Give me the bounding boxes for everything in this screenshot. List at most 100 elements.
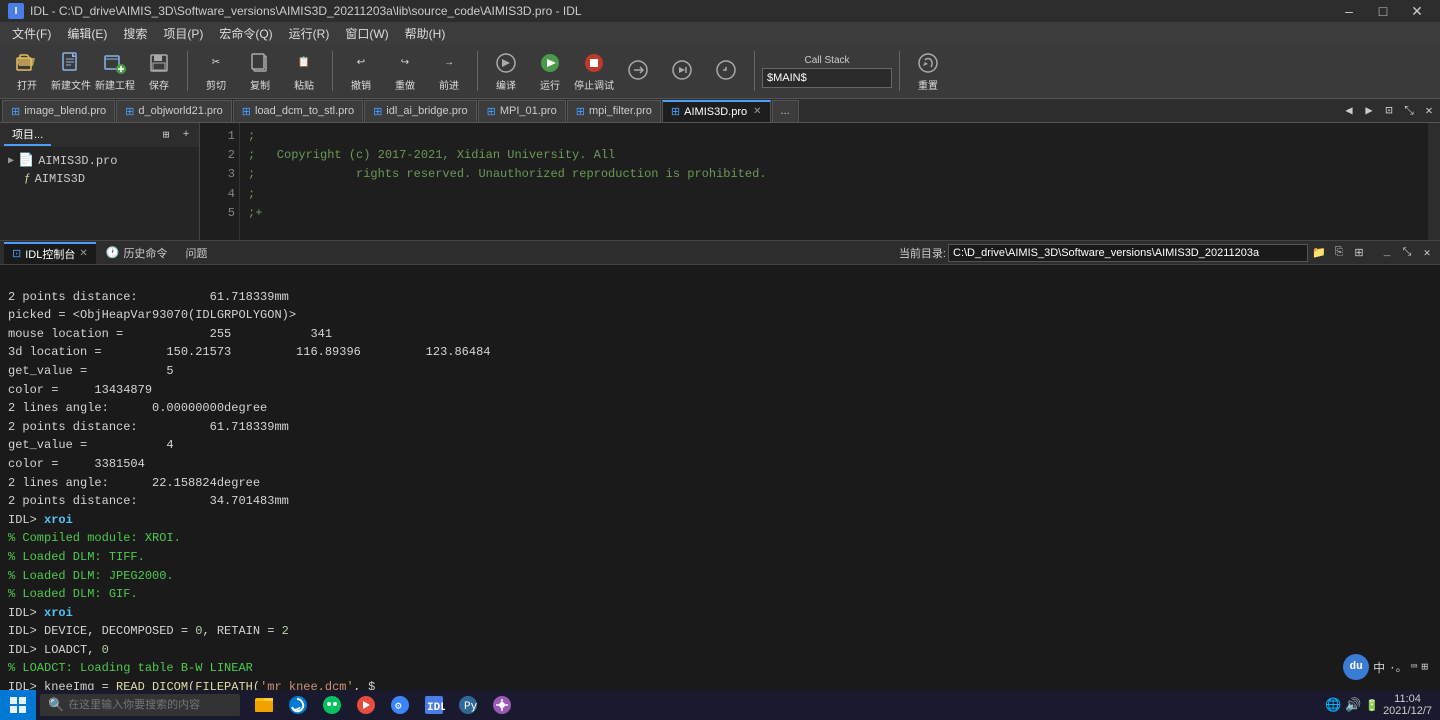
tab-d-objworld[interactable]: ⊞ d_objworld21.pro: [116, 100, 232, 122]
console-line-22: IDL> kneeImg = READ_DICOM(FILEPATH('mr_k…: [8, 680, 375, 690]
taskbar-date: 2021/12/7: [1383, 705, 1432, 717]
dir-grid-button[interactable]: ⊞: [1350, 244, 1368, 262]
tab-overflow-label: ...: [781, 105, 790, 117]
taskbar-app-python[interactable]: Py: [452, 690, 484, 720]
menu-run[interactable]: 运行(R): [281, 23, 338, 44]
menu-window[interactable]: 窗口(W): [337, 23, 396, 44]
cut-button[interactable]: ✂ 剪切: [195, 48, 237, 94]
step2-icon: [670, 58, 694, 82]
stop-button[interactable]: 停止调试: [573, 48, 615, 94]
dir-copy-button[interactable]: ⎘: [1330, 244, 1348, 262]
menu-edit[interactable]: 编辑(E): [59, 23, 115, 44]
taskbar-app-edge[interactable]: [282, 690, 314, 720]
sidebar-tab-projects[interactable]: 项目...: [4, 124, 51, 146]
callstack-input[interactable]: [762, 68, 892, 88]
tab-history[interactable]: 🕐 历史命令: [98, 242, 176, 264]
console-output: 2 points distance: 61.718339mm picked = …: [0, 265, 1440, 690]
tab-close-all-button[interactable]: ✕: [1420, 102, 1438, 120]
ime-lang-label[interactable]: 中: [1373, 659, 1385, 676]
taskbar: 🔍 ⚙ IDL Py 🌐 🔊 🔋 11:04: [0, 690, 1440, 720]
taskbar-search-input[interactable]: [68, 699, 208, 711]
stop-label: 停止调试: [574, 77, 614, 92]
panel-minimize-button[interactable]: _: [1378, 244, 1396, 262]
close-button[interactable]: ✕: [1402, 2, 1432, 20]
taskbar-apps: ⚙ IDL Py: [248, 690, 518, 720]
save-button[interactable]: 保存: [138, 48, 180, 94]
taskbar-app-wechat[interactable]: [316, 690, 348, 720]
menu-macro[interactable]: 宏命令(Q): [211, 23, 280, 44]
menu-file[interactable]: 文件(F): [4, 23, 59, 44]
tool-group-nav: ↩ 撤销 ↪ 重做 → 前进: [340, 48, 470, 94]
minimize-button[interactable]: –: [1334, 2, 1364, 20]
menu-search[interactable]: 搜索: [115, 23, 155, 44]
tab-image-blend[interactable]: ⊞ image_blend.pro: [2, 100, 115, 122]
tab-prev-button[interactable]: ◀: [1340, 102, 1358, 120]
tree-arrow-1: ▶: [8, 155, 14, 167]
maximize-button[interactable]: □: [1368, 2, 1398, 20]
tab-idl-ai[interactable]: ⊞ idl_ai_bridge.pro: [364, 100, 477, 122]
taskbar-app-mindmap[interactable]: [486, 690, 518, 720]
step1-button[interactable]: [617, 48, 659, 94]
tab-next-button[interactable]: ▶: [1360, 102, 1378, 120]
forward-button[interactable]: → 前进: [428, 48, 470, 94]
new-file-button[interactable]: 新建文件: [50, 48, 92, 94]
tab-overflow[interactable]: ...: [772, 100, 799, 122]
tool-group-file: 打开 新建文件 新建工程 保存: [6, 48, 180, 94]
console-line-16: % Loaded DLM: JPEG2000.: [8, 569, 174, 583]
sidebar-tabs: 项目...: [4, 124, 51, 146]
start-button[interactable]: [0, 690, 36, 720]
paste-icon: 📋: [292, 51, 316, 75]
bottom-toolbar: 当前目录: 📁 ⎘ ⊞ _ ⤡ ✕: [899, 244, 1436, 262]
current-dir-input[interactable]: [948, 244, 1308, 262]
taskbar-clock[interactable]: 11:04 2021/12/7: [1383, 693, 1432, 717]
panel-maximize-button[interactable]: ⤡: [1398, 244, 1416, 262]
tab-mpi-filter[interactable]: ⊞ mpi_filter.pro: [567, 100, 661, 122]
redo-button[interactable]: ↪ 重做: [384, 48, 426, 94]
tab-expand-button[interactable]: ⊡: [1380, 102, 1398, 120]
new-project-button[interactable]: 新建工程: [94, 48, 136, 94]
ime-punct-button[interactable]: ·。: [1389, 659, 1407, 675]
step2-button[interactable]: [661, 48, 703, 94]
taskbar-app-explorer[interactable]: [248, 690, 280, 720]
tab-label-1: image_blend.pro: [24, 105, 106, 117]
console-line-8: 2 points distance: 61.718339mm: [8, 420, 289, 434]
step3-button[interactable]: [705, 48, 747, 94]
open-button[interactable]: 打开: [6, 48, 48, 94]
ime-soft-btn[interactable]: ⌨: [1411, 660, 1418, 674]
taskbar-search-box[interactable]: 🔍: [40, 694, 240, 716]
menu-project[interactable]: 项目(P): [155, 23, 211, 44]
tab-aimis3d[interactable]: ⊞ AIMIS3D.pro ✕: [662, 100, 771, 122]
reset-button[interactable]: 重置: [907, 48, 949, 94]
ime-toolbar: du 中 ·。 ⌨ ⊞: [1343, 654, 1428, 680]
tab-problems[interactable]: 问题: [177, 242, 215, 264]
baidu-ime-badge[interactable]: du: [1343, 654, 1369, 680]
compile-button[interactable]: 编译: [485, 48, 527, 94]
tree-item-aimis3d-pro[interactable]: ▶ 📄 AIMIS3D.pro: [4, 151, 195, 170]
console-line-1: 2 points distance: 61.718339mm: [8, 290, 289, 304]
search-icon: 🔍: [48, 698, 64, 713]
taskbar-app-music[interactable]: [350, 690, 382, 720]
tab-idl-console[interactable]: ⊡ IDL控制台 ✕: [4, 242, 96, 264]
sidebar-add-button[interactable]: +: [177, 126, 195, 144]
app-icon: I: [8, 3, 24, 19]
tree-item-aimis3d-func[interactable]: ƒ AIMIS3D: [20, 170, 195, 188]
copy-button[interactable]: 复制: [239, 48, 281, 94]
run-button[interactable]: 运行: [529, 48, 571, 94]
tab-load-dcm[interactable]: ⊞ load_dcm_to_stl.pro: [233, 100, 363, 122]
menu-help[interactable]: 帮助(H): [397, 23, 454, 44]
tab-close-7[interactable]: ✕: [753, 106, 761, 117]
tab-mpi01[interactable]: ⊞ MPI_01.pro: [478, 100, 566, 122]
taskbar-app-idl[interactable]: IDL: [418, 690, 450, 720]
save-label: 保存: [149, 77, 169, 92]
panel-close-button[interactable]: ✕: [1418, 244, 1436, 262]
dir-browse-button[interactable]: 📁: [1310, 244, 1328, 262]
taskbar-app-settings[interactable]: ⚙: [384, 690, 416, 720]
tab-restore-button[interactable]: ⤡: [1400, 102, 1418, 120]
undo-button[interactable]: ↩ 撤销: [340, 48, 382, 94]
paste-button[interactable]: 📋 粘贴: [283, 48, 325, 94]
console-tab-close[interactable]: ✕: [79, 248, 87, 259]
sidebar-expand-button[interactable]: ⊞: [157, 126, 175, 144]
save-icon: [147, 51, 171, 75]
ime-grid-button[interactable]: ⊞: [1421, 660, 1428, 674]
new-project-icon: [103, 51, 127, 75]
